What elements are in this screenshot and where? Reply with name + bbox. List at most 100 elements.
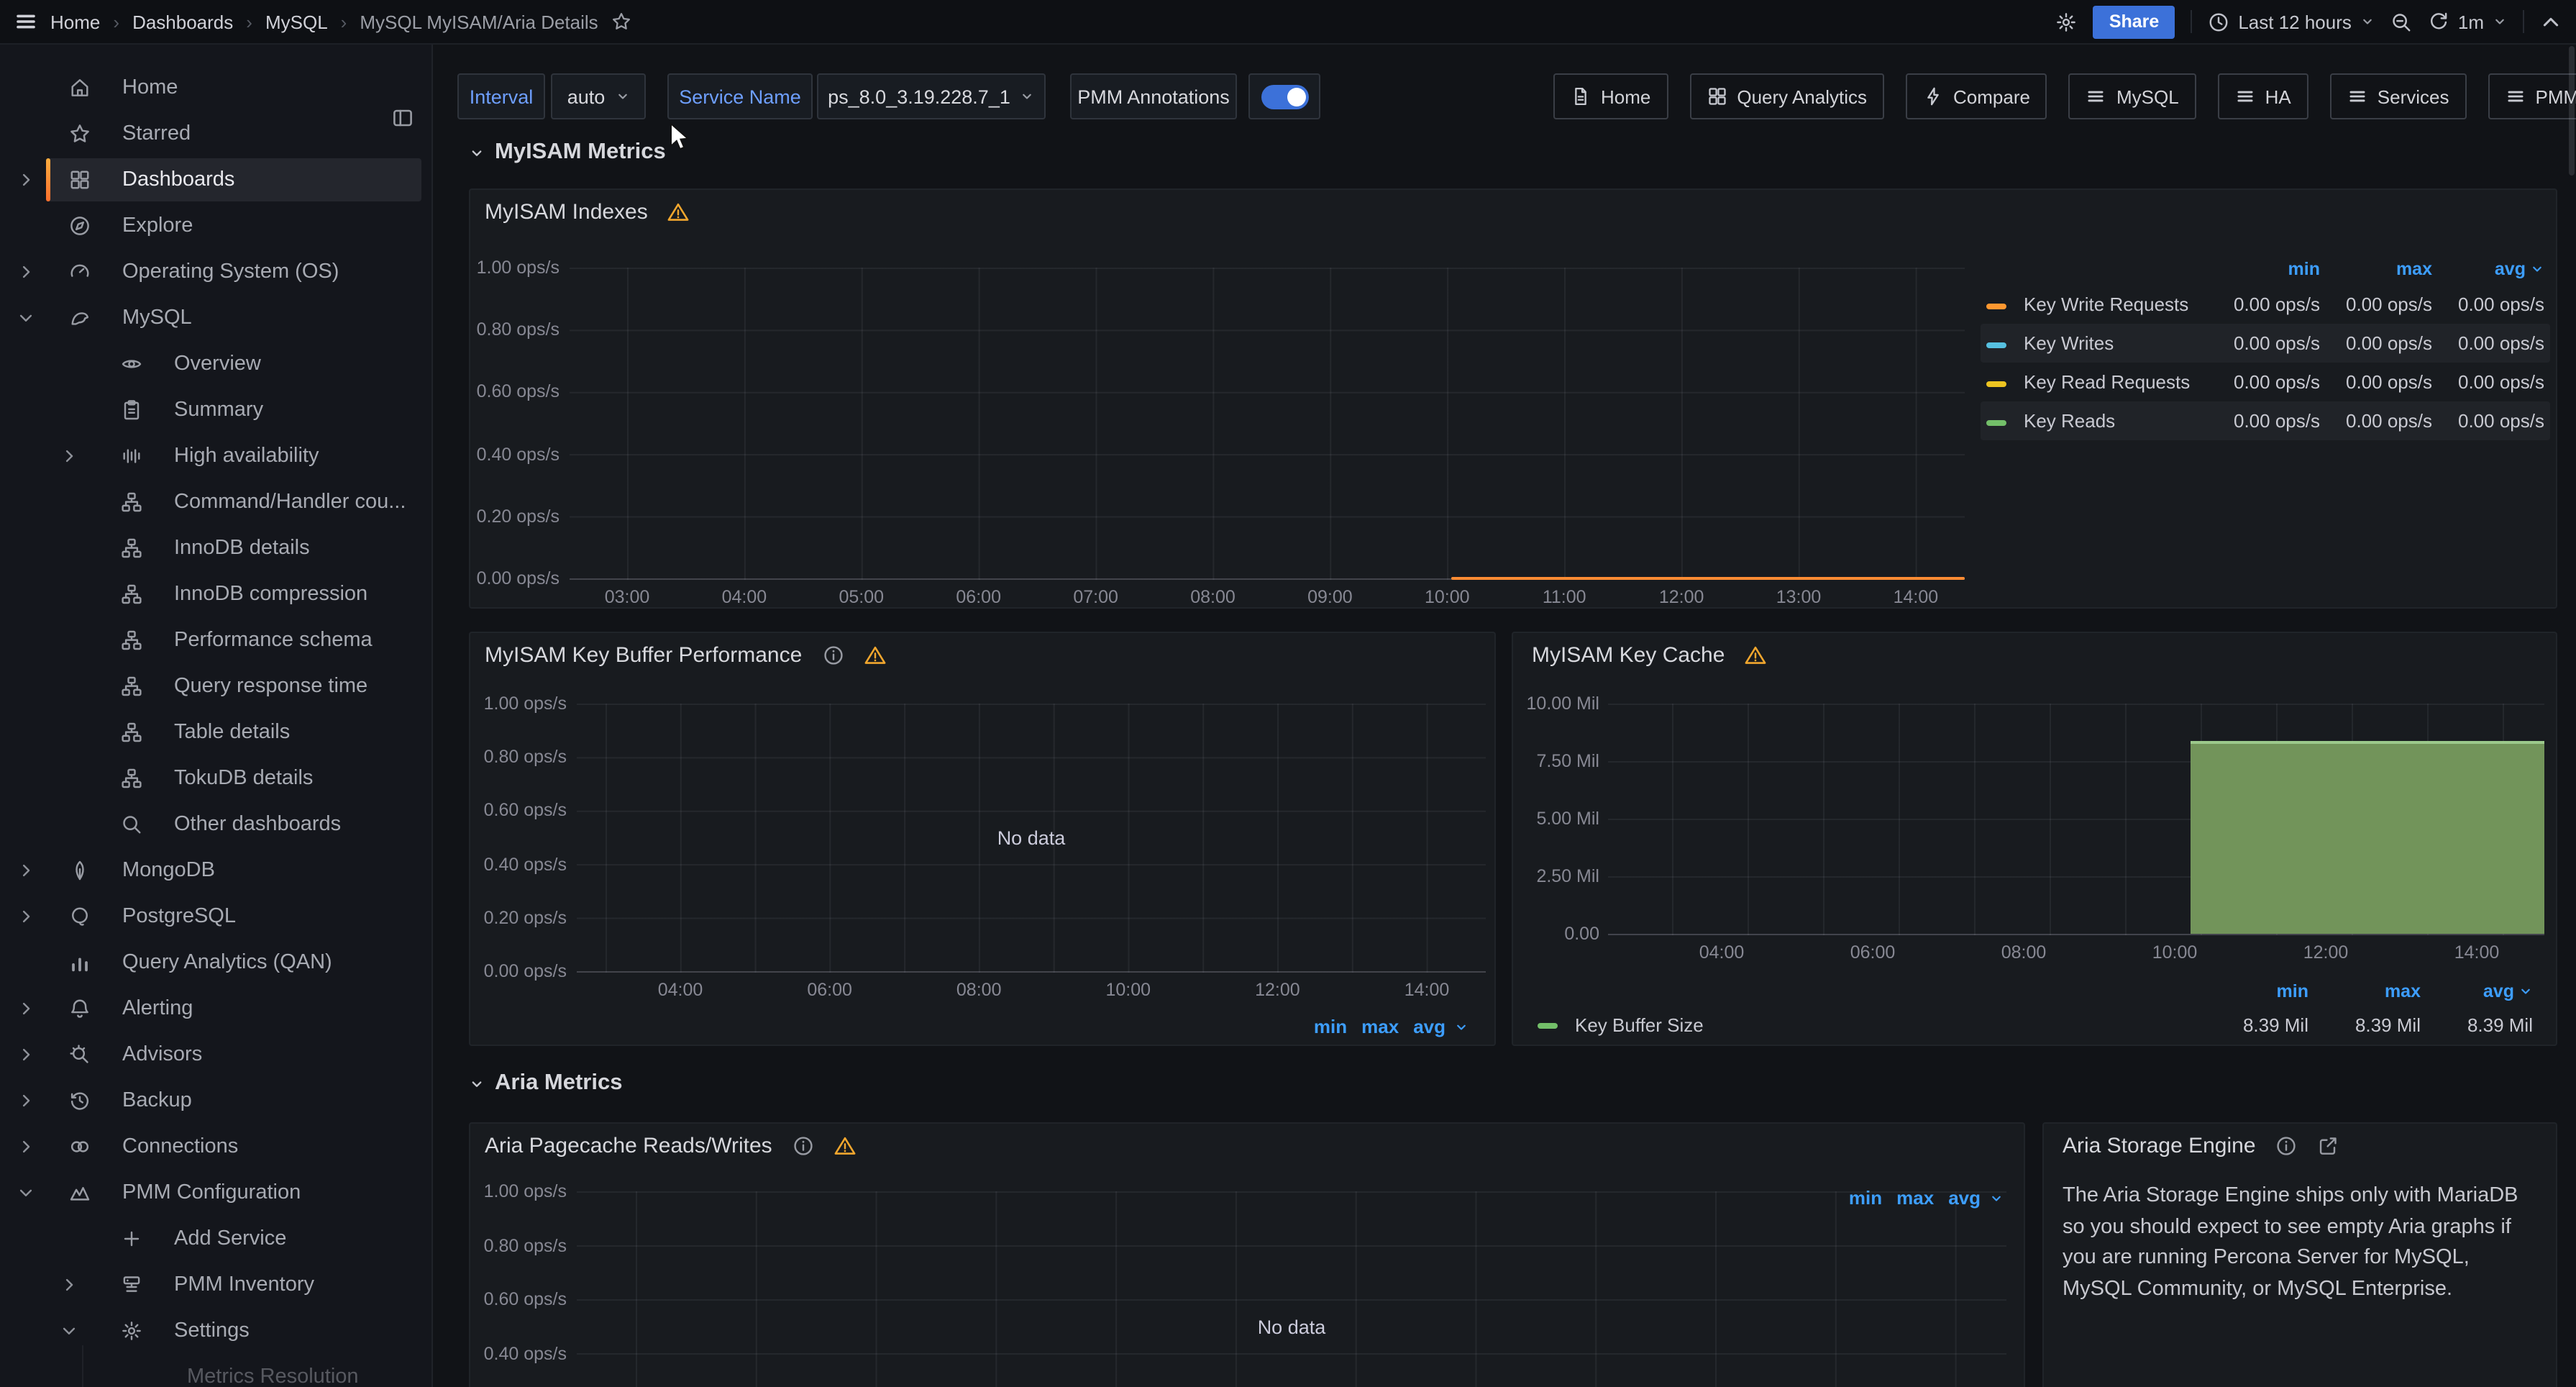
link-button-query-analytics[interactable]: Query Analytics: [1689, 73, 1884, 119]
legend-series-key-write-requests[interactable]: Key Write Requests: [2024, 294, 2208, 315]
chevron-right-icon[interactable]: [17, 1046, 35, 1063]
share-button[interactable]: Share: [2093, 5, 2175, 38]
sidebar-item-explore[interactable]: Explore: [0, 203, 431, 249]
sidebar-item-pmm-configuration[interactable]: PMM Configuration: [0, 1170, 431, 1216]
chevron-right-icon[interactable]: [17, 171, 35, 188]
sidebar-item-summary[interactable]: Summary: [0, 387, 431, 433]
zoom-out-icon[interactable]: [2390, 11, 2412, 32]
sidebar-item-settings[interactable]: Settings: [0, 1308, 431, 1354]
link-button-pmm[interactable]: PMM: [2488, 73, 2576, 119]
sidebar-item-dashboards[interactable]: Dashboards: [0, 157, 431, 203]
sidebar-item-command-handler-cou[interactable]: Command/Handler cou...: [0, 479, 431, 525]
legend-series-key-buffer-size[interactable]: Key Buffer Size: [1575, 1014, 2196, 1035]
chevron-right-icon[interactable]: [60, 1276, 78, 1293]
panel-title-row[interactable]: MyISAM Key Buffer Performance: [485, 643, 885, 668]
chevron-right-icon[interactable]: [17, 908, 35, 925]
warning-icon[interactable]: [1745, 645, 1766, 666]
chevron-down-icon[interactable]: [17, 309, 35, 327]
sidebar-item-other-dashboards[interactable]: Other dashboards: [0, 801, 431, 847]
chart-plot-area[interactable]: [570, 268, 1965, 580]
legend-header-min[interactable]: min: [2196, 981, 2308, 1001]
sidebar-item-mysql[interactable]: MySQL: [0, 295, 431, 341]
dock-menu-icon[interactable]: [391, 106, 414, 129]
breadcrumb-home[interactable]: Home: [50, 11, 100, 32]
link-button-home[interactable]: Home: [1553, 73, 1668, 119]
service-name-variable-select[interactable]: ps_8.0_3.19.228.7_1: [817, 73, 1046, 119]
legend-link-min[interactable]: min: [1314, 1016, 1347, 1037]
page-scrollbar-thumb[interactable]: [2569, 46, 2575, 176]
time-range-picker[interactable]: Last 12 hours: [2208, 11, 2375, 32]
chart-plot-area[interactable]: No data: [577, 1191, 2006, 1387]
sidebar-item-mongodb[interactable]: MongoDB: [0, 847, 431, 893]
sidebar-item-high-availability[interactable]: High availability: [0, 433, 431, 479]
warning-icon[interactable]: [668, 201, 690, 223]
external-link-icon[interactable]: [2318, 1135, 2339, 1157]
menu-toggle-icon[interactable]: [14, 10, 37, 33]
sidebar-item-tokudb-details[interactable]: TokuDB details: [0, 755, 431, 801]
pmm-annotations-toggle[interactable]: [1248, 73, 1320, 119]
legend-header-max[interactable]: max: [2320, 259, 2432, 279]
sidebar-item-alerting[interactable]: Alerting: [0, 986, 431, 1032]
info-icon[interactable]: [822, 645, 844, 666]
chart-plot-area[interactable]: [1608, 704, 2544, 935]
chevron-right-icon[interactable]: [17, 862, 35, 879]
chevron-right-icon[interactable]: [60, 447, 78, 465]
panel-title-row[interactable]: Aria Storage Engine: [2063, 1134, 2339, 1158]
refresh-picker[interactable]: 1m: [2428, 11, 2507, 32]
sidebar-item-postgresql[interactable]: PostgreSQL: [0, 893, 431, 940]
sidebar-item-add-service[interactable]: Add Service: [0, 1216, 431, 1262]
info-icon[interactable]: [793, 1135, 814, 1157]
legend-header-max[interactable]: max: [2308, 981, 2421, 1001]
panel-title-row[interactable]: MyISAM Key Cache: [1532, 643, 1766, 668]
section-myisam-metrics[interactable]: MyISAM Metrics: [469, 140, 666, 165]
sidebar-item-query-analytics-qan[interactable]: Query Analytics (QAN): [0, 940, 431, 986]
chart-plot-area[interactable]: No data: [577, 704, 1486, 973]
sidebar-item-home[interactable]: Home: [0, 65, 431, 111]
legend-header-avg[interactable]: avg: [2421, 981, 2533, 1001]
legend-header-avg[interactable]: avg: [2432, 259, 2544, 279]
favorite-star-icon[interactable]: [611, 12, 631, 32]
chevron-right-icon[interactable]: [17, 1092, 35, 1109]
legend-series-key-writes[interactable]: Key Writes: [2024, 332, 2208, 354]
sidebar-item-advisors[interactable]: Advisors: [0, 1032, 431, 1078]
dashboard-settings-icon[interactable]: [2056, 11, 2078, 32]
info-icon[interactable]: [2276, 1135, 2298, 1157]
sidebar-item-innodb-compression[interactable]: InnoDB compression: [0, 571, 431, 617]
breadcrumb-dashboards[interactable]: Dashboards: [132, 11, 233, 32]
chevron-down-icon[interactable]: [17, 1184, 35, 1201]
chevron-down-icon[interactable]: [60, 1322, 78, 1340]
panel-title-row[interactable]: MyISAM Indexes: [485, 200, 690, 224]
sidebar-item-connections[interactable]: Connections: [0, 1124, 431, 1170]
section-aria-metrics[interactable]: Aria Metrics: [469, 1070, 622, 1096]
link-button-mysql[interactable]: MySQL: [2069, 73, 2196, 119]
panel-title-row[interactable]: Aria Pagecache Reads/Writes: [485, 1134, 856, 1158]
link-button-services[interactable]: Services: [2330, 73, 2467, 119]
sidebar-item-query-response-time[interactable]: Query response time: [0, 663, 431, 709]
legend-series-key-reads[interactable]: Key Reads: [2024, 410, 2208, 432]
legend-header-min[interactable]: min: [2208, 259, 2320, 279]
sidebar-item-pmm-inventory[interactable]: PMM Inventory: [0, 1262, 431, 1308]
sidebar-item-backup[interactable]: Backup: [0, 1078, 431, 1124]
warning-icon[interactable]: [864, 645, 885, 666]
chevron-right-icon[interactable]: [17, 1000, 35, 1017]
legend-series-key-read-requests[interactable]: Key Read Requests: [2024, 371, 2208, 393]
legend-link-max[interactable]: max: [1361, 1016, 1399, 1037]
sidebar-item-starred[interactable]: Starred: [0, 111, 431, 157]
interval-variable-select[interactable]: auto: [551, 73, 646, 119]
warning-icon[interactable]: [834, 1135, 856, 1157]
sidebar-item-overview[interactable]: Overview: [0, 341, 431, 387]
sidebar-item-innodb-details[interactable]: InnoDB details: [0, 525, 431, 571]
collapse-header-icon[interactable]: [2540, 11, 2562, 32]
sidebar-item-metrics-resolution[interactable]: Metrics Resolution: [0, 1354, 431, 1387]
link-button-compare[interactable]: Compare: [1906, 73, 2047, 119]
breadcrumb-mysql[interactable]: MySQL: [265, 11, 328, 32]
sidebar-item-performance-schema[interactable]: Performance schema: [0, 617, 431, 663]
sidebar-item-operating-system-os[interactable]: Operating System (OS): [0, 249, 431, 295]
legend-link-avg[interactable]: avg: [1413, 1016, 1445, 1037]
chevron-right-icon[interactable]: [17, 263, 35, 281]
link-button-ha[interactable]: HA: [2218, 73, 2308, 119]
sidebar-item-table-details[interactable]: Table details: [0, 709, 431, 755]
legend-max-value: 0.00 ops/s: [2320, 410, 2432, 432]
toggle-switch[interactable]: [1261, 84, 1308, 109]
chevron-right-icon[interactable]: [17, 1138, 35, 1155]
